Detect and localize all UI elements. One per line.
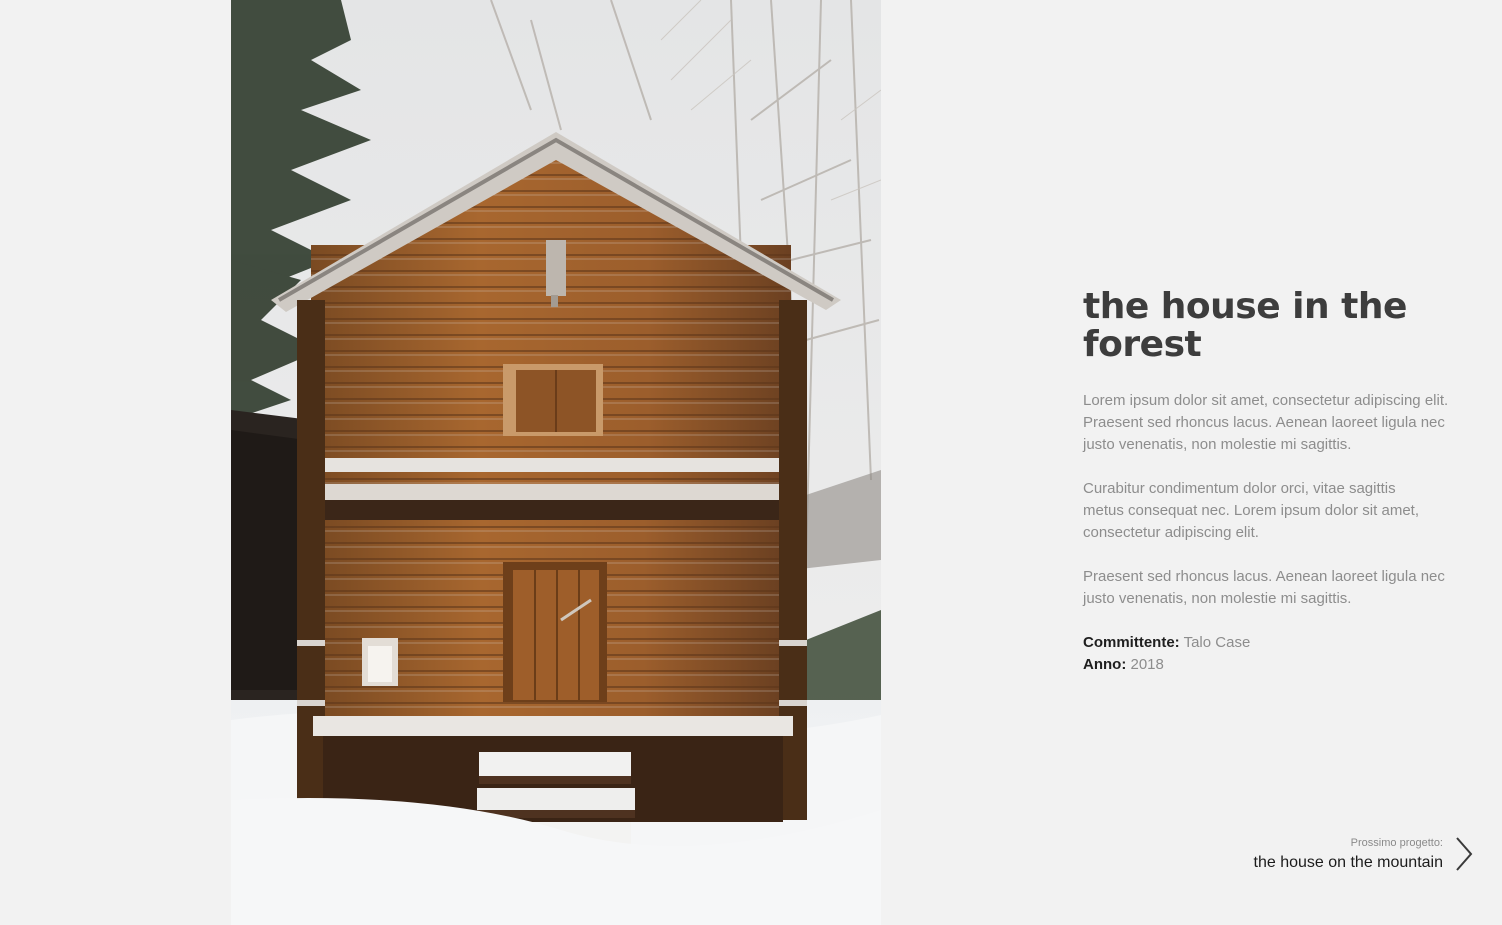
project-hero-image	[231, 0, 881, 925]
project-info: the house in the forest Lorem ipsum dolo…	[1083, 288, 1463, 676]
next-project-kicker: Prossimo progetto:	[1350, 837, 1443, 849]
project-title: the house in the forest	[1083, 286, 1407, 365]
next-project-title: the house on the mountain	[1253, 854, 1443, 871]
year-label: Anno:	[1083, 656, 1127, 673]
description-paragraph-2: Curabitur condimentum dolor orci, vitae …	[1083, 480, 1419, 541]
description-paragraph-3: Praesent sed rhoncus lacus. Aenean laore…	[1083, 568, 1445, 607]
client-label: Committente:	[1083, 634, 1180, 651]
project-meta: Committente: Talo Case Anno: 2018	[1083, 632, 1463, 676]
next-project-link[interactable]: Prossimo progetto: the house on the moun…	[1254, 834, 1473, 874]
year-row: Anno: 2018	[1083, 654, 1463, 676]
project-description: Lorem ipsum dolor sit amet, consectetur …	[1083, 390, 1463, 610]
description-paragraph-1: Lorem ipsum dolor sit amet, consectetur …	[1083, 392, 1449, 453]
next-project-text: Prossimo progetto: the house on the moun…	[1254, 834, 1443, 874]
client-row: Committente: Talo Case	[1083, 632, 1463, 654]
year-value: 2018	[1130, 656, 1164, 673]
chevron-right-icon[interactable]	[1455, 836, 1473, 872]
cabin-photo	[231, 0, 881, 925]
client-value: Talo Case	[1183, 634, 1251, 651]
